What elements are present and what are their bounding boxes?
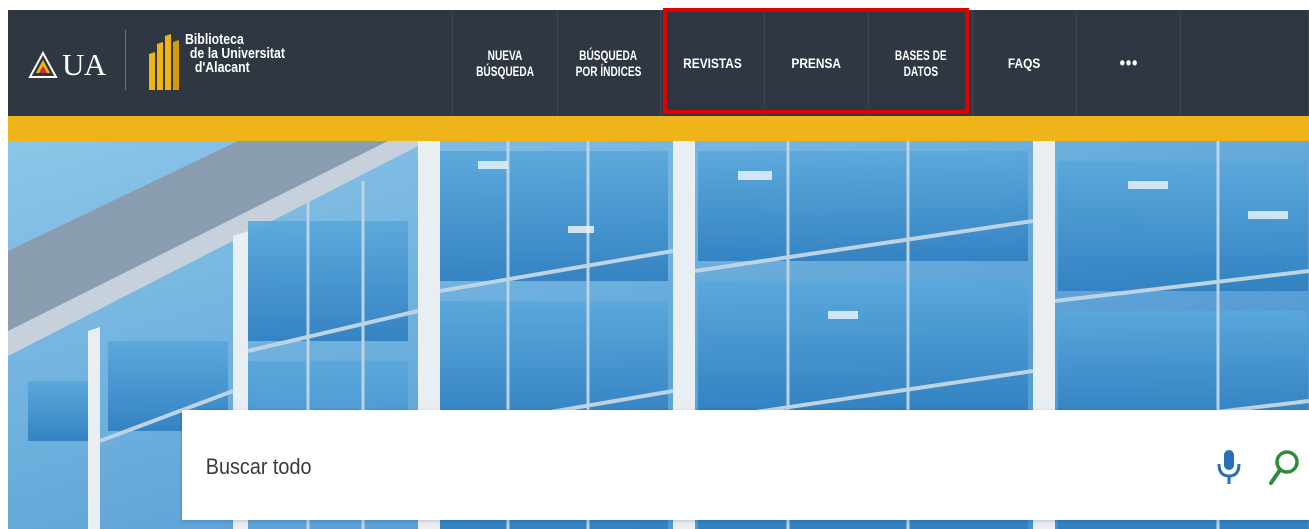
nav-faqs[interactable]: FAQS bbox=[972, 10, 1076, 116]
ua-logo-text: UA bbox=[62, 47, 106, 82]
nav-label: REVISTAS bbox=[683, 55, 742, 71]
search-input[interactable] bbox=[204, 448, 1018, 486]
nav-more-button[interactable]: ••• bbox=[1076, 10, 1180, 116]
nav-label: FAQS bbox=[1008, 55, 1041, 71]
nav-nueva-busqueda[interactable]: NUEVA BÚSQUEDA bbox=[452, 10, 557, 116]
nav-label: DATOS bbox=[903, 63, 938, 79]
magnifier-icon[interactable] bbox=[1267, 448, 1301, 488]
nav-prensa[interactable]: PRENSA bbox=[764, 10, 868, 116]
nav-label: NUEVA bbox=[487, 47, 523, 63]
microphone-icon[interactable] bbox=[1215, 448, 1243, 486]
library-books-icon bbox=[149, 34, 179, 90]
nav-empty-slot bbox=[1180, 10, 1309, 116]
nav-label: BÚSQUEDA bbox=[476, 63, 534, 79]
main-nav: NUEVA BÚSQUEDA BÚSQUEDA POR ÍNDICES REVIST… bbox=[452, 10, 1309, 116]
accent-bar bbox=[8, 116, 1309, 141]
library-name-line-3: d'Alacant bbox=[194, 59, 250, 76]
nav-revistas[interactable]: REVISTAS bbox=[660, 10, 764, 116]
ua-logo[interactable]: UA bbox=[28, 48, 106, 82]
logo-divider bbox=[125, 30, 126, 90]
nav-label: POR ÍNDICES bbox=[576, 63, 642, 79]
library-name[interactable]: Biblioteca de la Universitat d'Alacant bbox=[185, 32, 285, 76]
nav-label: PRENSA bbox=[791, 55, 842, 71]
nav-busqueda-por-indices[interactable]: BÚSQUEDA POR ÍNDICES bbox=[557, 10, 660, 116]
search-box bbox=[182, 410, 1309, 520]
nav-label: BÚSQUEDA bbox=[580, 47, 638, 63]
more-dots-icon: ••• bbox=[1119, 53, 1138, 73]
ua-triangle-icon bbox=[28, 51, 58, 78]
nav-bases-de-datos[interactable]: BASES DE DATOS bbox=[868, 10, 972, 116]
nav-label: BASES DE bbox=[894, 47, 947, 63]
